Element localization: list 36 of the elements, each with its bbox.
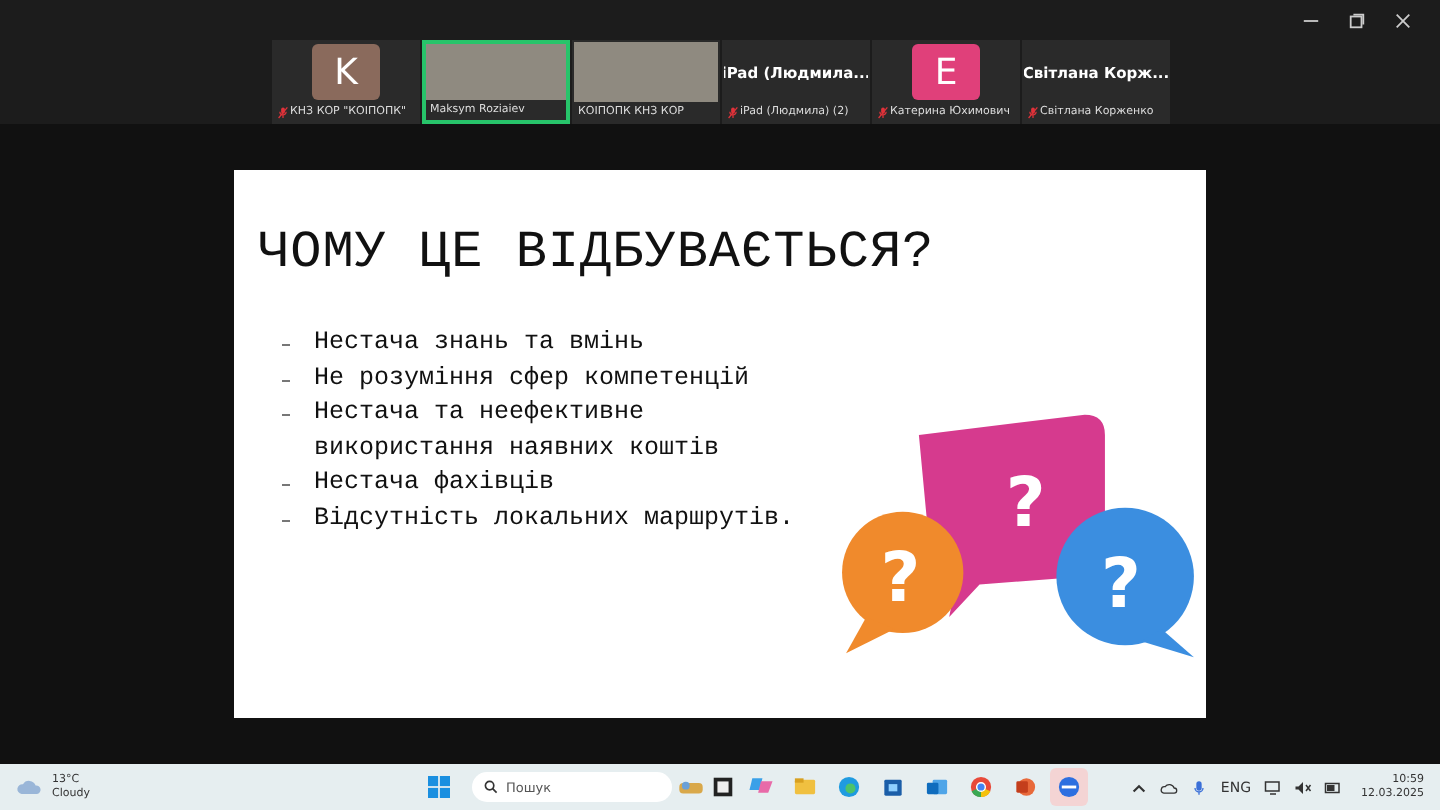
bullet-dash-icon [282, 344, 290, 346]
bullet-text: Нестача знань та вмінь [314, 326, 645, 360]
video-placeholder [426, 44, 566, 100]
restore-icon[interactable] [1348, 11, 1366, 29]
windows-start-icon[interactable] [428, 776, 450, 798]
folder-icon [792, 774, 818, 800]
store-icon [880, 774, 906, 800]
bullet-dash-icon [282, 414, 290, 416]
cloud-icon[interactable] [1160, 779, 1179, 795]
bullet-dash-icon [282, 379, 290, 381]
bullet-text: Нестача фахівців [314, 466, 555, 500]
chevron-up-icon[interactable] [1130, 779, 1149, 795]
question-mark: ? [1100, 544, 1141, 625]
search-icon [484, 780, 498, 794]
avatar: E [912, 44, 980, 100]
question-mark: ? [880, 538, 921, 619]
task-view-icon[interactable] [710, 774, 736, 800]
bullet-dash-icon [282, 484, 290, 486]
close-icon[interactable] [1394, 11, 1412, 29]
video-placeholder [574, 42, 718, 102]
question-mark: ? [1005, 463, 1046, 544]
bullet-text: Не розуміння сфер компетенцій [314, 361, 750, 395]
taskbar-app-button[interactable] [1050, 768, 1088, 806]
presentation-app-icon [1012, 774, 1038, 800]
mail-icon [924, 774, 950, 800]
bullet-text: Нестача та неефективне використання наявних коштів [314, 396, 720, 465]
bullet-text: Відсутність локальних маршрутів. [314, 501, 795, 535]
browser-icon [968, 774, 994, 800]
cloud-icon [16, 778, 44, 796]
monitor-icon[interactable] [1263, 779, 1281, 795]
slide-title: ЧОМУ ЦЕ ВІДБУВАЄТЬСЯ? [258, 222, 937, 282]
avatar: K [312, 44, 380, 100]
speaker-icon[interactable] [1293, 779, 1311, 795]
bullet-dash-icon [282, 519, 290, 521]
battery-icon[interactable] [1323, 779, 1341, 795]
microphone-icon[interactable] [1190, 779, 1209, 795]
